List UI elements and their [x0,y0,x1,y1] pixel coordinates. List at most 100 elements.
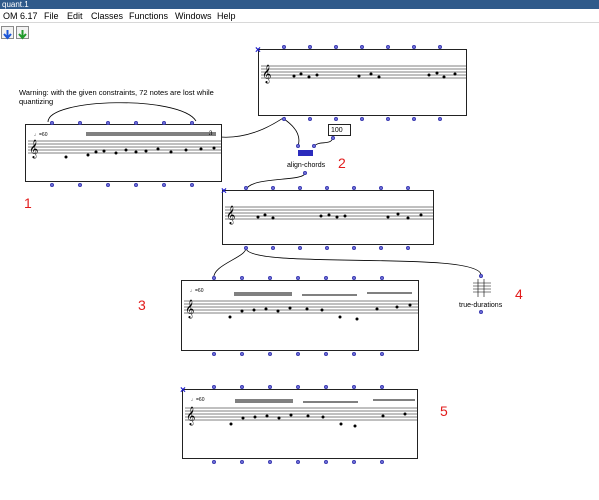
svg-text:𝄞: 𝄞 [226,205,235,225]
outlet[interactable] [298,246,302,250]
outlet[interactable] [50,183,54,187]
warning-comment: Warning: with the given constraints, 72 … [19,88,214,106]
inlet[interactable] [78,121,82,125]
outlet[interactable] [412,117,416,121]
inlet[interactable] [212,385,216,389]
inlet[interactable] [352,276,356,280]
inlet[interactable] [282,45,286,49]
inlet[interactable] [212,276,216,280]
inlet[interactable] [479,274,483,278]
outlet[interactable] [308,117,312,121]
step-label-5: 5 [440,403,448,419]
lock-x-icon-3[interactable]: × [180,386,186,396]
align-threshold-input[interactable]: 100 [328,124,351,136]
aligned-voice-box[interactable]: 𝄞 [222,190,434,245]
outlet[interactable] [380,352,384,356]
inlet[interactable] [298,186,302,190]
true-durations-label: true-durations [459,302,503,309]
svg-text:𝄞: 𝄞 [262,64,271,84]
step-label-3: 3 [138,297,146,313]
outlet[interactable] [240,352,244,356]
svg-text:3: 3 [209,131,213,137]
inlet[interactable] [308,45,312,49]
outlet[interactable] [303,171,307,175]
outlet[interactable] [324,352,328,356]
outlet[interactable] [324,460,328,464]
outlet[interactable] [379,246,383,250]
outlet[interactable] [479,310,483,314]
svg-text:𝄞: 𝄞 [186,406,195,426]
outlet[interactable] [380,460,384,464]
outlet[interactable] [296,352,300,356]
inlet[interactable] [190,121,194,125]
inlet[interactable] [296,276,300,280]
inlet[interactable] [268,385,272,389]
outlet[interactable] [386,117,390,121]
outlet[interactable] [271,246,275,250]
inlet[interactable] [296,144,300,148]
inlet[interactable] [162,121,166,125]
outlet[interactable] [78,183,82,187]
outlet[interactable] [352,246,356,250]
outlet[interactable] [106,183,110,187]
result-voice-box[interactable]: 𝄞 ♩=60 [182,389,418,459]
inlet[interactable] [106,121,110,125]
outlet[interactable] [331,136,335,140]
inlet[interactable] [334,45,338,49]
inlet[interactable] [352,186,356,190]
outlet[interactable] [360,117,364,121]
svg-text:𝄞: 𝄞 [185,299,194,319]
step-label-2: 2 [338,155,346,171]
inlet[interactable] [352,385,356,389]
inlet[interactable] [386,45,390,49]
outlet[interactable] [296,460,300,464]
inlet[interactable] [324,276,328,280]
lock-x-icon-2[interactable]: × [221,187,227,197]
inlet[interactable] [380,276,384,280]
inlet[interactable] [379,186,383,190]
outlet[interactable] [134,183,138,187]
outlet[interactable] [438,117,442,121]
inlet[interactable] [438,45,442,49]
align-chords-icon[interactable] [298,150,313,156]
inlet[interactable] [244,186,248,190]
lock-x-icon[interactable]: × [255,46,261,56]
inlet[interactable] [240,385,244,389]
tempo-marking: ♩=60 [34,132,48,138]
outlet[interactable] [352,460,356,464]
inlet[interactable] [412,45,416,49]
outlet[interactable] [190,183,194,187]
outlet[interactable] [240,460,244,464]
inlet[interactable] [406,186,410,190]
outlet[interactable] [325,246,329,250]
inlet[interactable] [268,276,272,280]
outlet[interactable] [212,352,216,356]
outlet[interactable] [268,460,272,464]
inlet[interactable] [50,121,54,125]
input-voice-box[interactable]: 𝄞 3 ♩=60 [25,124,222,182]
outlet[interactable] [282,117,286,121]
inlet[interactable] [324,385,328,389]
outlet[interactable] [244,246,248,250]
inlet[interactable] [134,121,138,125]
quantized-voice-box[interactable]: 𝄞 ♩=60 [181,280,419,351]
inlet[interactable] [240,276,244,280]
svg-text:𝄞: 𝄞 [29,139,38,159]
outlet[interactable] [352,352,356,356]
inlet[interactable] [296,385,300,389]
true-durations-icon[interactable] [472,277,492,299]
outlet[interactable] [406,246,410,250]
inlet[interactable] [360,45,364,49]
inlet[interactable] [380,385,384,389]
outlet[interactable] [212,460,216,464]
staff-notation-top: 𝄞 [261,64,466,84]
inlet[interactable] [271,186,275,190]
staff-notation: 𝄞 3 [28,131,221,159]
inlet[interactable] [312,144,316,148]
outlet[interactable] [268,352,272,356]
top-voice-box[interactable]: 𝄞 [258,49,467,116]
outlet[interactable] [334,117,338,121]
outlet[interactable] [162,183,166,187]
inlet[interactable] [325,186,329,190]
staff-notation-aligned: 𝄞 [225,205,433,225]
